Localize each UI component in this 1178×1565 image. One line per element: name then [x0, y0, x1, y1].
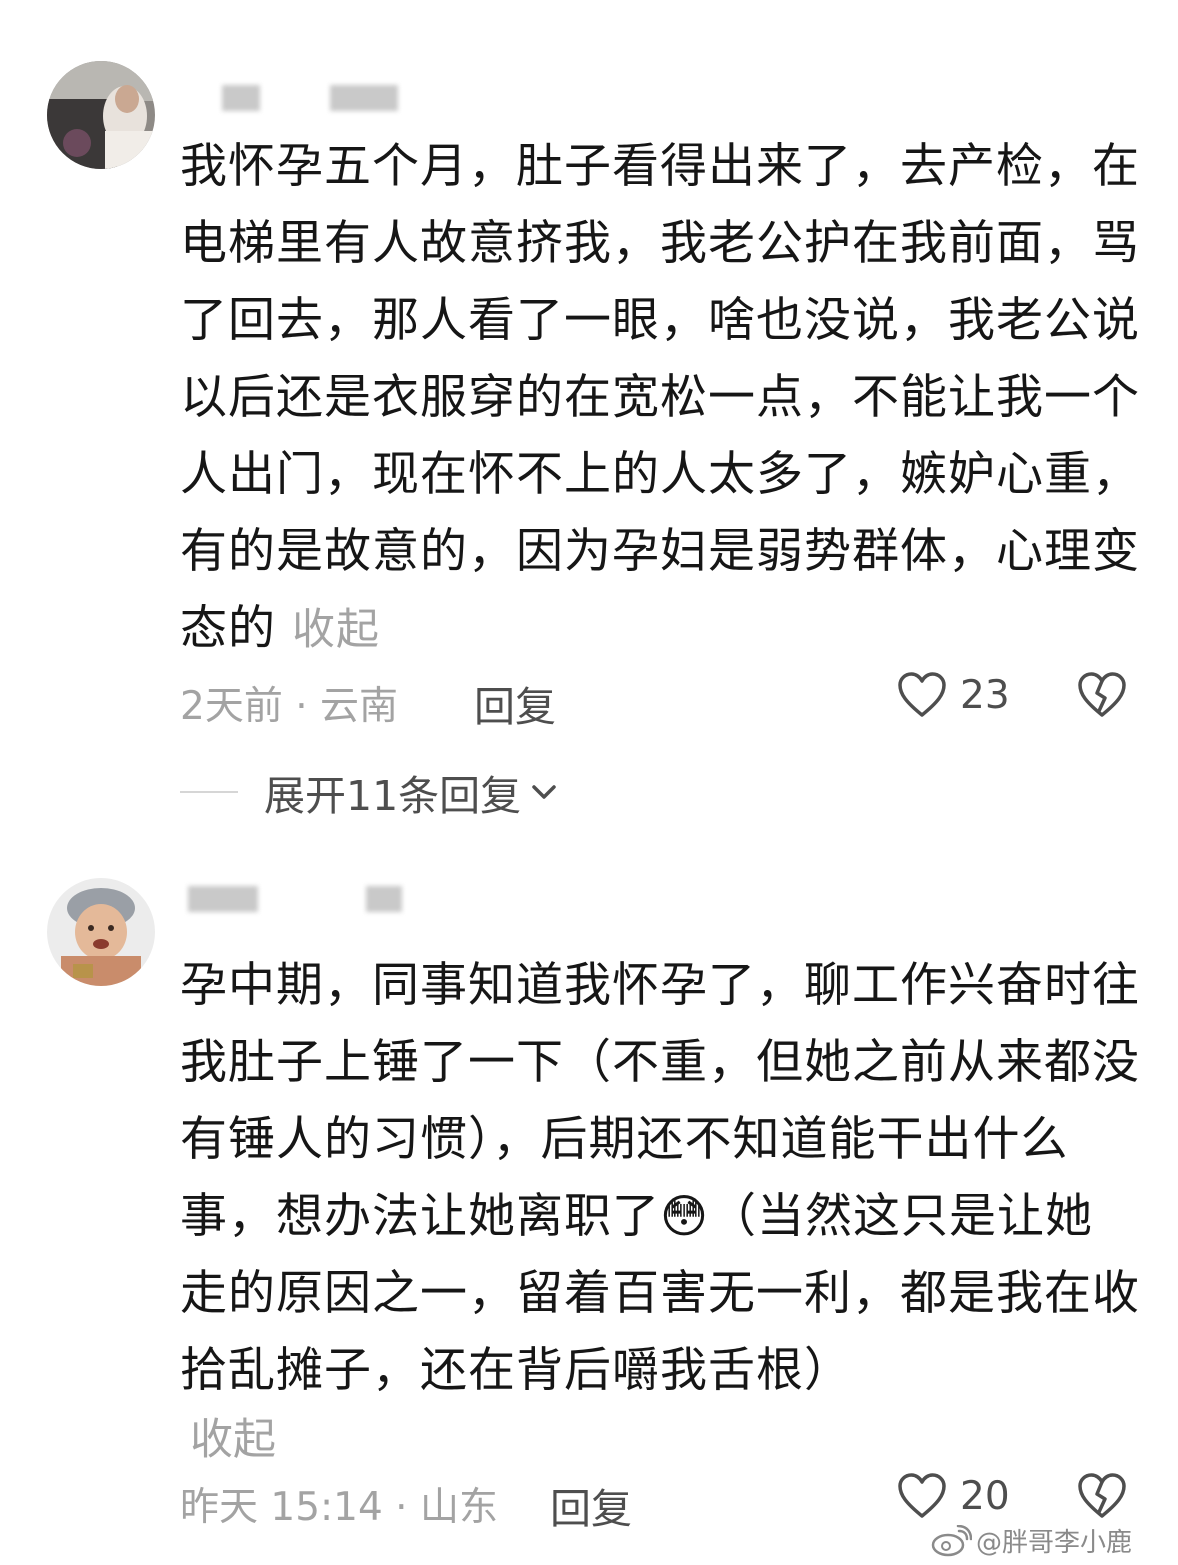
broken-heart-icon	[1078, 672, 1126, 717]
comment-2-reply-button[interactable]: 回复	[550, 1475, 632, 1535]
comment-2-meta: 昨天 15:14 · 山东	[180, 1485, 498, 1530]
heart-outline-icon	[898, 1473, 946, 1518]
comment-2-like-count: 20	[960, 1473, 1010, 1519]
comment-1-like-button[interactable]: 23	[896, 671, 1010, 719]
comment-2-username[interactable]	[188, 886, 258, 912]
comment-1-text: 我怀孕五个月，肚子看得出来了，去产检，在电梯里有人故意挤我，我老公护在我前面，骂…	[180, 128, 1140, 669]
comment-2-username-part	[366, 886, 402, 912]
watermark: @胖哥李小鹿	[930, 1522, 1132, 1559]
comment-2-dislike-button[interactable]	[1076, 1472, 1128, 1524]
comment-2-avatar[interactable]	[47, 878, 155, 986]
weibo-logo-icon	[931, 1524, 972, 1556]
expand-replies-label: 展开11条回复	[264, 772, 522, 820]
comment-1-username[interactable]	[222, 85, 260, 111]
comment-2-text: 孕中期，同事知道我怀孕了，聊工作兴奋时往我肚子上锤了一下（不重，但她之前从来都没…	[180, 947, 1140, 1409]
comment-2-collapse-button[interactable]: 收起	[190, 1405, 276, 1467]
blushing-emoji-icon: 😳	[660, 1189, 709, 1243]
comment-1-reply-button[interactable]: 回复	[474, 673, 556, 733]
comment-1-username-part	[330, 85, 398, 111]
comment-1-expand-replies[interactable]: 展开11条回复	[180, 762, 559, 822]
comment-2-like-button[interactable]: 20	[896, 1472, 1010, 1520]
comment-1-avatar[interactable]	[47, 61, 155, 169]
comment-1-collapse-button[interactable]: 收起	[292, 605, 380, 655]
expand-divider	[180, 791, 238, 793]
heart-outline-icon	[898, 672, 946, 717]
comment-1-like-count: 23	[960, 672, 1010, 718]
watermark-text: @胖哥李小鹿	[976, 1528, 1133, 1558]
comment-1-meta: 2天前 · 云南	[180, 684, 399, 729]
chevron-down-icon	[532, 785, 556, 799]
comment-1-dislike-button[interactable]	[1076, 671, 1128, 723]
comment-1-text-content: 我怀孕五个月，肚子看得出来了，去产检，在电梯里有人故意挤我，我老公护在我前面，骂…	[180, 139, 1140, 656]
broken-heart-icon	[1078, 1473, 1126, 1518]
